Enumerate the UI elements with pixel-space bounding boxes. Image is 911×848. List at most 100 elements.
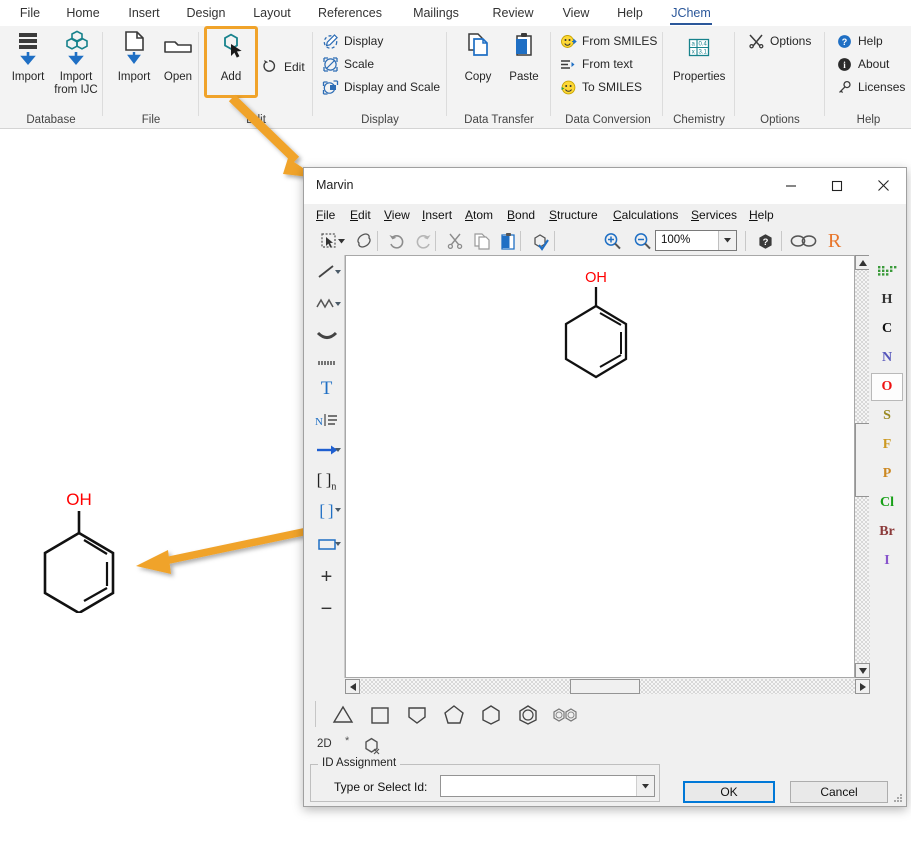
triangle-ring-tool[interactable] xyxy=(325,698,361,732)
canvas-horizontal-scrollbar[interactable] xyxy=(345,679,870,694)
element-cl[interactable]: Cl xyxy=(871,489,903,517)
marvin-menu-help[interactable]: Help xyxy=(745,206,778,224)
chevron-down-icon[interactable] xyxy=(335,448,341,452)
properties-button[interactable]: a 0.4 x 3.1 Properties xyxy=(673,29,725,84)
edit-structure-button[interactable]: Edit xyxy=(260,56,305,78)
cut-button[interactable] xyxy=(442,229,467,253)
scroll-thumb-vertical[interactable] xyxy=(855,423,870,497)
rectangle-tool[interactable] xyxy=(309,531,344,559)
maximize-button[interactable] xyxy=(814,168,860,203)
ribbon-tab-insert[interactable]: Insert xyxy=(116,0,172,26)
ribbon-tab-file[interactable]: File xyxy=(8,0,52,26)
paste-button[interactable]: Paste xyxy=(498,29,550,84)
display-button[interactable]: Display xyxy=(320,30,383,52)
minimize-button[interactable] xyxy=(768,168,814,203)
element-c[interactable]: C xyxy=(871,315,903,343)
element-s[interactable]: S xyxy=(871,402,903,430)
to-smiles-button[interactable]: To SMILES xyxy=(558,76,642,98)
ribbon-tab-home[interactable]: Home xyxy=(56,0,110,26)
bracket-tool[interactable]: [ ] xyxy=(309,497,344,525)
licenses-button[interactable]: Licenses xyxy=(834,76,905,98)
naphthalene-tool[interactable] xyxy=(547,698,583,732)
ribbon-tab-review[interactable]: Review xyxy=(482,0,544,26)
plus-tool[interactable]: + xyxy=(309,563,344,591)
id-input-field[interactable] xyxy=(441,776,637,796)
id-dropdown-arrow[interactable] xyxy=(636,776,654,796)
close-button[interactable] xyxy=(860,168,906,203)
resize-grip-icon[interactable] xyxy=(893,793,903,803)
structure-check-button[interactable] xyxy=(528,229,553,253)
element-f[interactable]: F xyxy=(871,431,903,459)
ribbon-tab-layout[interactable]: Layout xyxy=(244,0,300,26)
ribbon-tab-mailings[interactable]: Mailings xyxy=(400,0,472,26)
import-database-button[interactable]: Import xyxy=(2,29,54,84)
options-button[interactable]: Options xyxy=(746,30,811,52)
bracket-n-tool[interactable]: [ ]n xyxy=(309,467,344,495)
ribbon-tab-references[interactable]: References xyxy=(308,0,392,26)
marvin-menu-atom[interactable]: Atom xyxy=(461,206,497,224)
cyclopentadiene-tool[interactable] xyxy=(399,698,435,732)
import-from-ijc-button[interactable]: Import from IJC xyxy=(50,29,102,97)
dashed-tool[interactable] xyxy=(309,350,344,378)
element-br[interactable]: Br xyxy=(871,518,903,546)
zoom-in-button[interactable] xyxy=(600,229,625,253)
from-smiles-button[interactable]: From SMILES xyxy=(558,30,657,52)
chevron-down-icon[interactable] xyxy=(335,508,341,512)
marvin-menu-calculations[interactable]: Calculations xyxy=(609,206,682,224)
ok-button[interactable]: OK xyxy=(683,781,775,803)
benzene-tool[interactable] xyxy=(510,698,546,732)
scroll-left-button[interactable] xyxy=(345,679,360,694)
marvin-menu-insert[interactable]: Insert xyxy=(418,206,456,224)
zoom-level-combobox[interactable]: 100% xyxy=(655,230,737,251)
single-bond-tool[interactable] xyxy=(309,259,344,287)
minus-tool[interactable]: − xyxy=(309,595,344,623)
element-n[interactable]: N xyxy=(871,344,903,372)
marvin-help-button[interactable]: ? xyxy=(753,229,778,253)
text-tool[interactable]: T xyxy=(309,375,344,403)
paste-button-toolbar[interactable] xyxy=(495,229,520,253)
display-and-scale-button[interactable]: Display and Scale xyxy=(320,76,440,98)
ribbon-tab-design[interactable]: Design xyxy=(176,0,236,26)
curve-arc-tool[interactable] xyxy=(309,323,344,351)
ribbon-tab-help[interactable]: Help xyxy=(606,0,654,26)
reaction-arrow-tool[interactable] xyxy=(309,437,344,465)
select-tool-dropdown[interactable] xyxy=(336,229,346,253)
scroll-right-button[interactable] xyxy=(855,679,870,694)
element-h[interactable]: H xyxy=(871,286,903,314)
cyclopentane-tool[interactable] xyxy=(436,698,472,732)
element-o[interactable]: O xyxy=(871,373,903,401)
link-button[interactable] xyxy=(788,229,820,253)
cancel-button[interactable]: Cancel xyxy=(790,781,888,803)
chevron-down-icon[interactable] xyxy=(335,270,341,274)
from-text-button[interactable]: From text xyxy=(558,53,633,75)
scroll-thumb-horizontal[interactable] xyxy=(570,679,640,694)
zoom-dropdown-arrow[interactable] xyxy=(718,231,736,250)
periodic-table-icon[interactable] xyxy=(871,257,903,285)
eraser-tool-button[interactable] xyxy=(352,229,377,253)
redo-button[interactable] xyxy=(410,229,435,253)
clean-structure-button[interactable] xyxy=(363,736,382,758)
square-ring-tool[interactable] xyxy=(362,698,398,732)
marvin-menu-view[interactable]: View xyxy=(380,206,414,224)
copy-button-toolbar[interactable] xyxy=(469,229,494,253)
chain-tool[interactable] xyxy=(309,291,344,319)
scroll-up-button[interactable] xyxy=(855,255,870,270)
about-button[interactable]: i About xyxy=(834,53,889,75)
ribbon-tab-jchem[interactable]: JChem xyxy=(662,0,720,26)
marvin-menu-file[interactable]: File xyxy=(312,206,339,224)
id-select-combobox[interactable] xyxy=(440,775,655,797)
dimension-label[interactable]: 2D xyxy=(317,738,332,750)
marvin-menu-edit[interactable]: Edit xyxy=(346,206,375,224)
undo-button[interactable] xyxy=(384,229,409,253)
scroll-down-button[interactable] xyxy=(855,663,870,678)
element-i[interactable]: I xyxy=(871,547,903,575)
atom-label-tool[interactable]: N xyxy=(309,407,344,435)
r-group-button[interactable]: R xyxy=(822,229,847,253)
marvin-drawing-canvas[interactable]: OH xyxy=(345,255,855,678)
marvin-menu-structure[interactable]: Structure xyxy=(545,206,602,224)
ribbon-tab-view[interactable]: View xyxy=(552,0,600,26)
open-file-button[interactable]: Open xyxy=(152,29,204,84)
marvin-menu-services[interactable]: Services xyxy=(687,206,741,224)
copy-button[interactable]: Copy xyxy=(452,29,504,84)
element-p[interactable]: P xyxy=(871,460,903,488)
